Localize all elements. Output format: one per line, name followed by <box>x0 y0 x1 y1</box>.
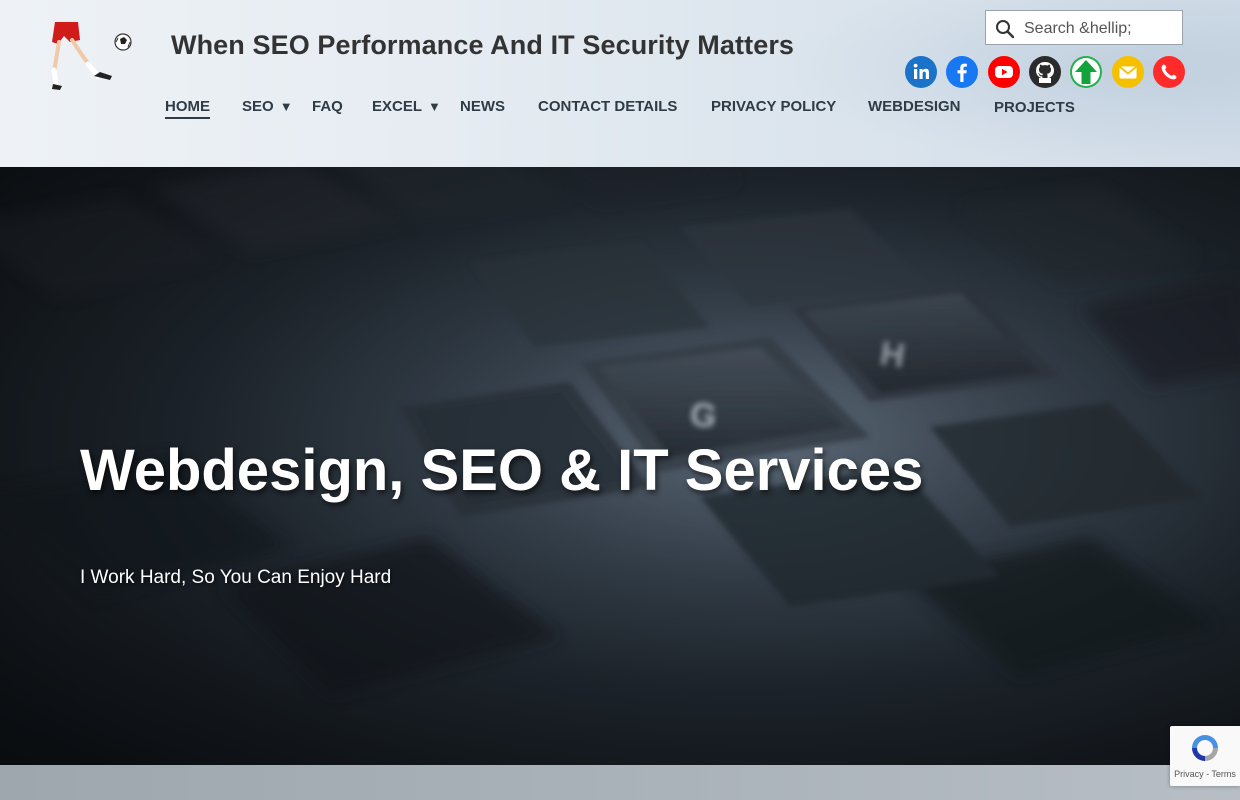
email-icon[interactable] <box>1112 56 1144 88</box>
recaptcha-links[interactable]: Privacy - Terms <box>1170 769 1240 779</box>
nav-item-excel[interactable]: EXCEL ▼ <box>372 98 441 115</box>
chevron-down-icon[interactable]: ▼ <box>280 99 293 114</box>
phone-icon[interactable] <box>1153 56 1185 88</box>
nav-item-webdesign[interactable]: WEBDESIGN <box>868 98 961 115</box>
nav-item-seo[interactable]: SEO ▼ <box>242 98 293 115</box>
linkedin-icon[interactable] <box>905 56 937 88</box>
nav-item-news[interactable]: NEWS <box>460 98 505 115</box>
nav-item-contact-details[interactable]: CONTACT DETAILS <box>538 98 677 115</box>
nav-item-label: CONTACT DETAILS <box>538 98 678 115</box>
site-title[interactable]: When SEO Performance And IT Security Mat… <box>171 30 794 61</box>
hero-section: G H Webdesign, SEO & IT Services I Work … <box>0 167 1240 765</box>
site-header: When SEO Performance And IT Security Mat… <box>0 0 1240 167</box>
recaptcha-badge[interactable]: Privacy - Terms <box>1170 726 1240 786</box>
nav-item-label: FAQ <box>312 98 343 115</box>
youtube-icon[interactable] <box>988 56 1020 88</box>
facebook-icon[interactable] <box>946 56 978 88</box>
upload-arrow-icon[interactable] <box>1070 56 1102 88</box>
search-icon[interactable] <box>995 19 1015 39</box>
search-box[interactable] <box>985 10 1183 45</box>
github-icon[interactable] <box>1029 56 1061 88</box>
nav-item-label: NEWS <box>460 98 505 115</box>
nav-item-label: SEO <box>242 98 274 115</box>
nav-item-projects[interactable]: PROJECTS <box>994 99 1075 116</box>
recaptcha-icon <box>1192 735 1218 761</box>
nav-item-label: PRIVACY POLICY <box>711 98 837 115</box>
nav-item-label: EXCEL <box>372 98 423 115</box>
nav-item-faq[interactable]: FAQ <box>312 98 343 115</box>
soccer-player-logo-icon <box>51 22 132 90</box>
nav-item-label: PROJECTS <box>994 99 1075 116</box>
nav-item-home[interactable]: HOME <box>165 98 210 119</box>
site-logo[interactable] <box>50 20 136 90</box>
hero-title: Webdesign, SEO & IT Services <box>80 438 924 503</box>
search-input[interactable] <box>1022 16 1176 42</box>
nav-item-label: WEBDESIGN <box>868 98 961 115</box>
nav-item-label: HOME <box>165 98 210 115</box>
nav-item-privacy-policy[interactable]: PRIVACY POLICY <box>711 98 836 115</box>
hero-subtitle: I Work Hard, So You Can Enjoy Hard <box>80 567 392 588</box>
content-band <box>0 765 1240 800</box>
chevron-down-icon[interactable]: ▼ <box>428 99 441 114</box>
